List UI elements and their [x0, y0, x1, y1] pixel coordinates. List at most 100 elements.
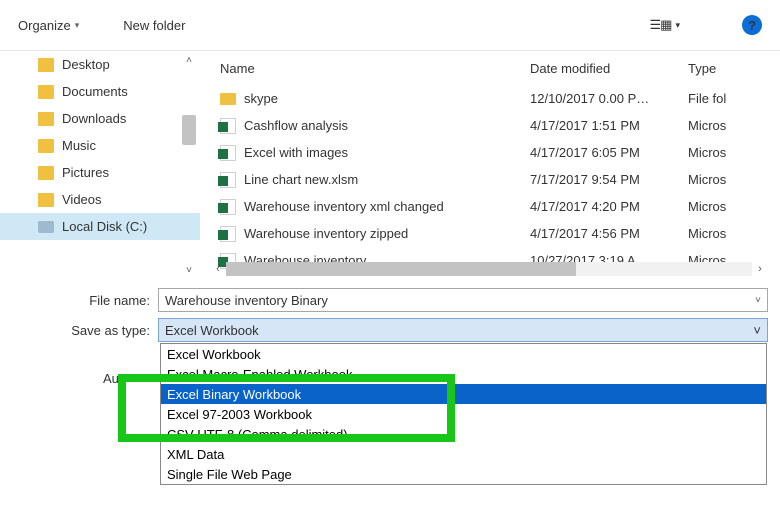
- nav-item-local-disk[interactable]: Local Disk (C:): [0, 213, 200, 240]
- help-button[interactable]: ?: [742, 15, 762, 35]
- file-date: 7/17/2017 9:54 PM: [530, 172, 688, 187]
- chevron-down-icon: ˅: [753, 323, 761, 338]
- nav-tree: Desktop Documents Downloads Music Pictur…: [0, 51, 200, 280]
- scroll-thumb[interactable]: [182, 115, 196, 145]
- folder-icon: [38, 139, 54, 153]
- scroll-right-icon: ›: [752, 263, 768, 275]
- file-type: File fol: [688, 91, 758, 106]
- file-date: 4/17/2017 6:05 PM: [530, 145, 688, 160]
- filename-row: File name: Warehouse inventory Binary ˅: [0, 286, 768, 314]
- file-type: Micros: [688, 172, 758, 187]
- chevron-down-icon: ▾: [75, 20, 80, 31]
- file-row[interactable]: Warehouse inventory zipped 4/17/2017 4:56…: [200, 220, 780, 247]
- nav-item-videos[interactable]: Videos: [0, 186, 200, 213]
- file-row[interactable]: Excel with images 4/17/2017 6:05 PMMicros: [200, 139, 780, 166]
- saveas-select[interactable]: Excel Workbook ˅: [158, 318, 768, 342]
- filename-label: File name:: [0, 293, 158, 308]
- file-type: Micros: [688, 199, 758, 214]
- list-icon: ☰▦: [650, 17, 672, 33]
- file-name: Line chart new.xlsm: [244, 172, 358, 187]
- file-date: 4/17/2017 4:20 PM: [530, 199, 688, 214]
- nav-item-pictures[interactable]: Pictures: [0, 159, 200, 186]
- toolbar: Organize ▾ New folder ☰▦ ▾ ?: [0, 0, 780, 50]
- file-name: Cashflow analysis: [244, 118, 348, 133]
- folder-icon: [38, 58, 54, 72]
- save-form: File name: Warehouse inventory Binary ˅ …: [0, 280, 780, 344]
- disk-icon: [38, 221, 54, 233]
- file-name: skype: [244, 91, 278, 106]
- file-rows: skype 12/10/2017 0.00 P…File fol Cashflow …: [200, 85, 780, 274]
- file-row[interactable]: skype 12/10/2017 0.00 P…File fol: [200, 85, 780, 112]
- filename-value: Warehouse inventory Binary: [165, 293, 328, 308]
- filename-input[interactable]: Warehouse inventory Binary ˅: [158, 288, 768, 312]
- nav-label: Pictures: [62, 165, 109, 180]
- dropdown-option[interactable]: CSV UTF-8 (Comma delimited): [161, 424, 766, 444]
- excel-icon: [220, 118, 236, 134]
- excel-icon: [220, 172, 236, 188]
- dropdown-option[interactable]: Excel 97-2003 Workbook: [161, 404, 766, 424]
- nav-scrollbar[interactable]: ˄ ˅: [180, 55, 198, 276]
- help-icon: ?: [748, 18, 756, 33]
- scroll-up-icon: ˄: [186, 55, 192, 66]
- scroll-thumb[interactable]: [226, 262, 576, 276]
- scroll-track: [226, 262, 752, 276]
- organize-button[interactable]: Organize ▾: [18, 18, 79, 33]
- col-date-header[interactable]: Date modified: [530, 61, 688, 76]
- column-headers: Name Date modified Type: [200, 51, 780, 85]
- scroll-left-icon: ‹: [210, 263, 226, 275]
- folder-icon: [38, 193, 54, 207]
- saveas-dropdown: Excel WorkbookExcel Macro-Enabled Workbo…: [160, 343, 767, 485]
- nav-item-desktop[interactable]: Desktop: [0, 51, 200, 78]
- col-label: Type: [688, 61, 716, 76]
- col-name-header[interactable]: Name: [220, 61, 530, 76]
- new-folder-button[interactable]: New folder: [123, 18, 185, 33]
- excel-icon: [220, 226, 236, 242]
- saveas-label: Save as type:: [0, 323, 158, 338]
- folder-icon: [38, 85, 54, 99]
- dropdown-option[interactable]: XML Data: [161, 444, 766, 464]
- col-type-header[interactable]: Type: [688, 61, 758, 76]
- dropdown-option[interactable]: Excel Binary Workbook: [161, 384, 766, 404]
- dropdown-option[interactable]: Excel Workbook: [161, 344, 766, 364]
- new-folder-label: New folder: [123, 18, 185, 33]
- file-type: Micros: [688, 145, 758, 160]
- scroll-down-icon: ˅: [186, 265, 192, 276]
- file-name: Warehouse inventory xml changed: [244, 199, 444, 214]
- file-row[interactable]: Warehouse inventory xml changed 4/17/2017…: [200, 193, 780, 220]
- file-date: 12/10/2017 0.00 P…: [530, 91, 688, 106]
- nav-item-documents[interactable]: Documents: [0, 78, 200, 105]
- file-date: 4/17/2017 4:56 PM: [530, 226, 688, 241]
- nav-label: Documents: [62, 84, 128, 99]
- excel-icon: [220, 145, 236, 161]
- nav-label: Downloads: [62, 111, 126, 126]
- file-list: Name Date modified Type skype 12/10/2017 …: [200, 51, 780, 280]
- file-row[interactable]: Line chart new.xlsm 7/17/2017 9:54 PMMicr…: [200, 166, 780, 193]
- nav-label: Music: [62, 138, 96, 153]
- col-label: Date modified: [530, 61, 610, 76]
- nav-item-downloads[interactable]: Downloads: [0, 105, 200, 132]
- nav-label: Local Disk (C:): [62, 219, 147, 234]
- main-pane: Desktop Documents Downloads Music Pictur…: [0, 50, 780, 280]
- file-name: Warehouse inventory zipped: [244, 226, 408, 241]
- saveas-row: Save as type: Excel Workbook ˅: [0, 316, 768, 344]
- excel-icon: [220, 199, 236, 215]
- file-row[interactable]: Cashflow analysis 4/17/2017 1:51 PMMicros: [200, 112, 780, 139]
- nav-item-music[interactable]: Music: [0, 132, 200, 159]
- file-name: Excel with images: [244, 145, 348, 160]
- view-button[interactable]: ☰▦ ▾: [650, 17, 680, 33]
- file-date: 4/17/2017 1:51 PM: [530, 118, 688, 133]
- dropdown-option[interactable]: Single File Web Page: [161, 464, 766, 484]
- file-type: Micros: [688, 226, 758, 241]
- chevron-down-icon: ˅: [755, 295, 761, 306]
- folder-icon: [220, 93, 236, 105]
- authors-label: Au: [103, 371, 119, 386]
- nav-label: Desktop: [62, 57, 110, 72]
- dropdown-option[interactable]: Excel Macro-Enabled Workbook: [161, 364, 766, 384]
- horizontal-scrollbar[interactable]: ‹ ›: [210, 260, 768, 278]
- saveas-value: Excel Workbook: [165, 323, 259, 338]
- col-label: Name: [220, 61, 255, 76]
- nav-label: Videos: [62, 192, 102, 207]
- file-type: Micros: [688, 118, 758, 133]
- chevron-down-icon: ▾: [675, 20, 680, 31]
- folder-icon: [38, 112, 54, 126]
